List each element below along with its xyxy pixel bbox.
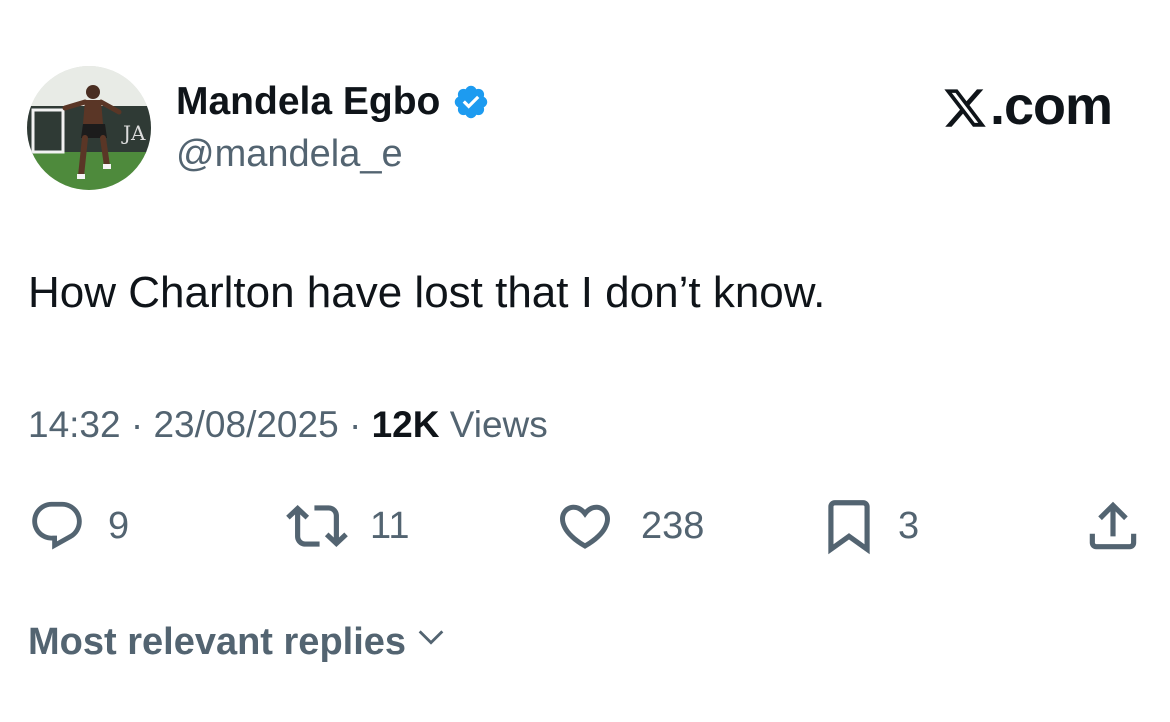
reply-button[interactable]: 9: [28, 496, 129, 556]
author-name-row[interactable]: Mandela Egbo: [176, 78, 490, 126]
views-label: Views: [449, 404, 548, 445]
like-count: 238: [641, 504, 705, 547]
tweet-text: How Charlton have lost that I don’t know…: [28, 268, 826, 317]
tweet-meta: 14:32 · 23/08/2025 · 12K Views: [28, 402, 548, 448]
repost-count: 11: [370, 504, 410, 547]
x-logo-icon: [942, 83, 988, 129]
reply-count: 9: [108, 504, 130, 547]
bookmark-count: 3: [898, 504, 920, 547]
author-display-name[interactable]: Mandela Egbo: [176, 78, 440, 126]
heart-icon: [555, 496, 615, 556]
tweet-time[interactable]: 14:32: [28, 404, 121, 445]
views-count: 12K: [371, 404, 440, 445]
like-button[interactable]: 238: [555, 496, 704, 556]
svg-text:JA: JA: [121, 121, 146, 145]
reply-icon: [28, 497, 86, 555]
repost-icon: [286, 495, 348, 557]
brand-mark: .com: [942, 76, 1113, 136]
meta-separator: ·: [348, 404, 372, 445]
bookmark-icon: [818, 495, 880, 557]
brand-text: .com: [989, 76, 1113, 136]
author-handle[interactable]: @mandela_e: [176, 132, 403, 176]
replies-sort-label: Most relevant replies: [28, 621, 407, 663]
verified-badge-icon: [452, 83, 490, 121]
tweet-date[interactable]: 23/08/2025: [153, 404, 338, 445]
avatar-photo: JA: [27, 66, 151, 190]
bookmark-button[interactable]: 3: [818, 496, 919, 556]
share-button[interactable]: [1082, 496, 1144, 556]
chevron-down-icon: [414, 618, 448, 666]
repost-button[interactable]: 11: [286, 496, 409, 556]
meta-separator: ·: [130, 404, 154, 445]
replies-sort-dropdown[interactable]: Most relevant replies: [28, 618, 448, 666]
share-icon: [1082, 495, 1144, 557]
avatar[interactable]: JA: [27, 66, 151, 190]
